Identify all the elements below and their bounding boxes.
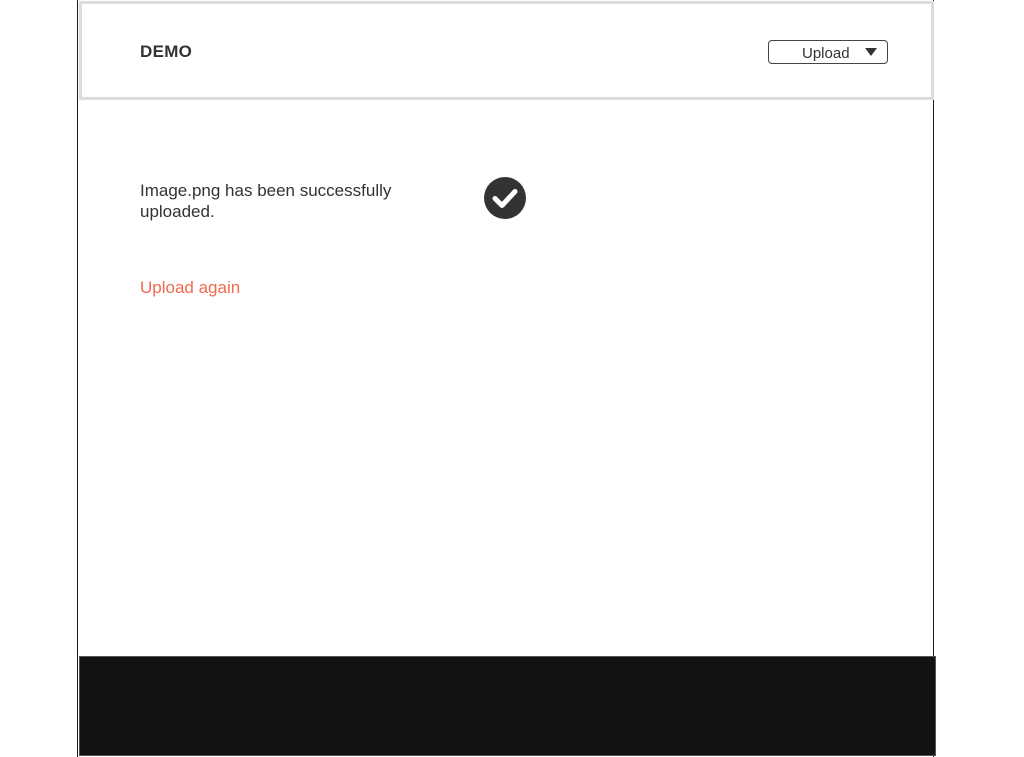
footer (79, 656, 936, 756)
check-circle-icon (484, 177, 526, 219)
upload-success-message: Image.png has been successfully uploaded… (140, 181, 392, 221)
page-frame (77, 0, 934, 757)
header: DEMO Upload (79, 1, 934, 100)
upload-dropdown[interactable]: Upload (768, 40, 888, 64)
upload-again-link[interactable]: Upload again (140, 278, 240, 298)
chevron-down-icon (865, 48, 877, 56)
brand-logo: DEMO (140, 42, 193, 61)
upload-dropdown-label: Upload (802, 45, 850, 62)
